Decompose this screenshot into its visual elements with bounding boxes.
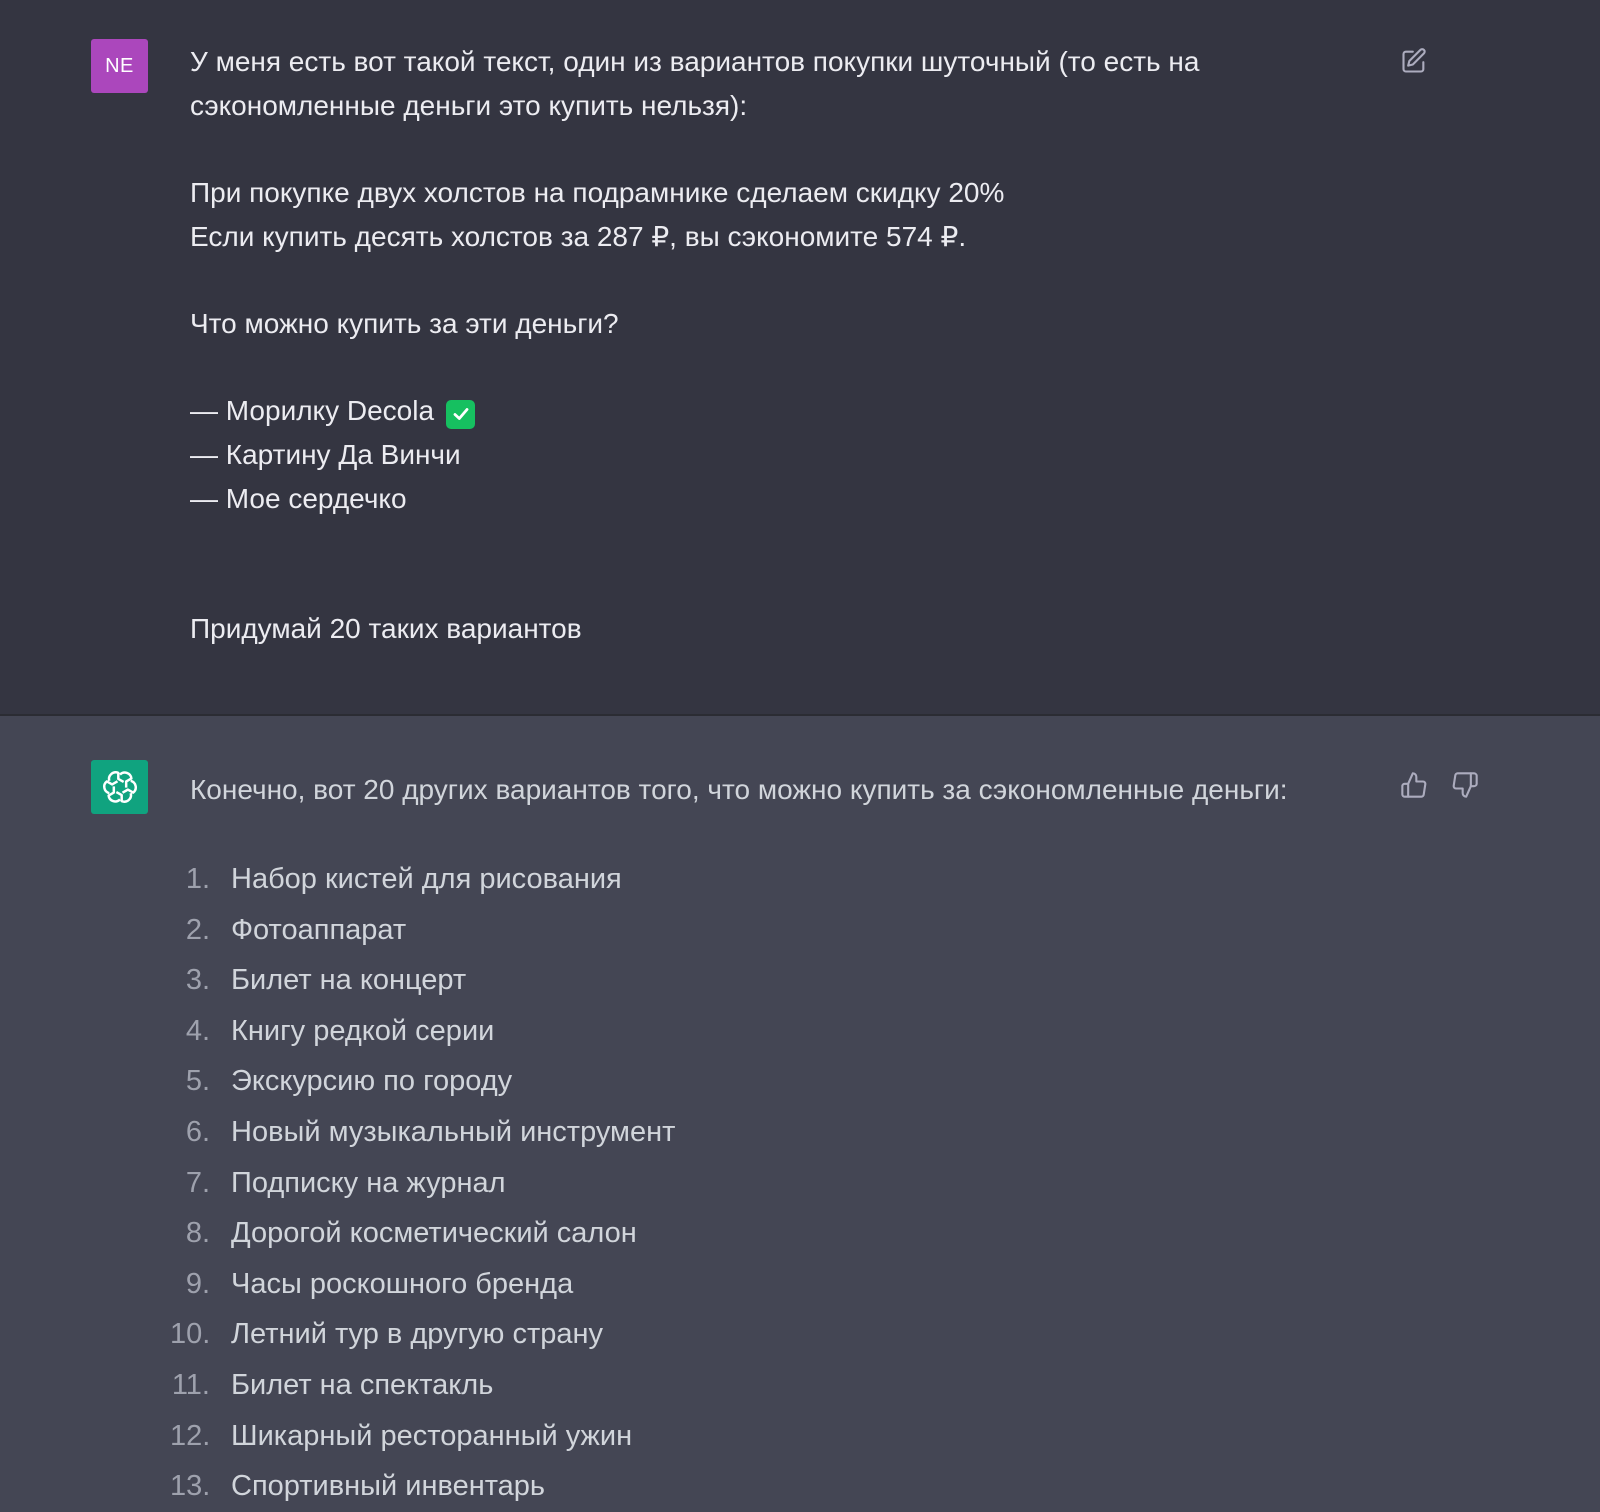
list-item-text: Фотоаппарат bbox=[231, 913, 407, 946]
list-item: 9. Часы роскошного бренда bbox=[170, 1259, 675, 1310]
list-item: 13. Спортивный инвентарь bbox=[170, 1461, 675, 1512]
user-text-line: сэкономленные деньги это купить нельзя): bbox=[190, 90, 748, 121]
user-text-line: Что можно купить за эти деньги? bbox=[190, 308, 619, 339]
thumbs-up-icon[interactable] bbox=[1397, 768, 1431, 802]
list-item-text: Часы роскошного бренда bbox=[231, 1267, 574, 1300]
user-avatar-initials: NE bbox=[105, 54, 134, 77]
list-number: 13. bbox=[170, 1470, 211, 1503]
list-number: 9. bbox=[185, 1267, 210, 1300]
list-number: 7. bbox=[185, 1166, 210, 1199]
user-text-line: При покупке двух холстов на подрамнике с… bbox=[190, 177, 1005, 208]
list-item-text: Экскурсию по городу bbox=[231, 1065, 513, 1098]
option-text: — Морилку Decola bbox=[190, 395, 435, 426]
list-item-text: Шикарный ресторанный ужин bbox=[231, 1419, 633, 1452]
user-option-line: — Морилку Decola bbox=[190, 389, 1300, 433]
edit-icon[interactable] bbox=[1397, 44, 1431, 78]
list-item-text: Книгу редкой серии bbox=[231, 1014, 495, 1047]
list-number: 6. bbox=[185, 1115, 210, 1148]
list-item: 12. Шикарный ресторанный ужин bbox=[170, 1411, 675, 1462]
openai-logo-icon bbox=[91, 760, 148, 814]
list-number: 8. bbox=[185, 1217, 210, 1250]
list-item-text: Дорогой косметический салон bbox=[231, 1217, 637, 1250]
assistant-list: 1. Набор кистей для рисования 2. Фотоаппар… bbox=[170, 854, 675, 1512]
list-item: 8. Дорогой косметический салон bbox=[170, 1208, 675, 1259]
list-item-text: Билет на спектакль bbox=[231, 1368, 494, 1401]
user-option-line: — Картину Да Винчи bbox=[190, 439, 461, 470]
list-number: 12. bbox=[170, 1419, 211, 1452]
user-avatar: NE bbox=[91, 39, 148, 93]
user-message: NE У меня есть вот такой текст, один из … bbox=[0, 0, 1600, 716]
list-item-text: Новый музыкальный инструмент bbox=[231, 1115, 676, 1148]
list-item: 6. Новый музыкальный инструмент bbox=[170, 1107, 676, 1158]
list-item-text: Набор кистей для рисования bbox=[231, 863, 622, 895]
list-item: 3. Билет на концерт bbox=[170, 955, 675, 1006]
list-number: 3. bbox=[185, 964, 210, 997]
list-item: 2. Фотоаппарат bbox=[170, 905, 675, 956]
list-number: 1. bbox=[185, 863, 210, 895]
list-item: 4. Книгу редкой серии bbox=[170, 1006, 675, 1057]
list-number: 10. bbox=[170, 1318, 211, 1351]
thumbs-down-icon[interactable] bbox=[1448, 768, 1482, 802]
user-text-line: Если купить десять холстов за 287 ₽, вы … bbox=[190, 221, 967, 252]
list-item-text: Летний тур в другую страну bbox=[231, 1318, 604, 1351]
user-text-line: У меня есть вот такой текст, один из вар… bbox=[190, 46, 1200, 77]
list-item: 5. Экскурсию по городу bbox=[170, 1056, 675, 1107]
list-item-text: Билет на концерт bbox=[231, 964, 467, 997]
assistant-message: Конечно, вот 20 других вариантов того, ч… bbox=[0, 716, 1600, 1502]
list-item: 1. Набор кистей для рисования bbox=[170, 854, 675, 905]
list-item-text: Подписку на журнал bbox=[231, 1166, 506, 1199]
list-number: 2. bbox=[185, 913, 210, 946]
user-text-line: Придумай 20 таких вариантов bbox=[190, 613, 582, 644]
list-number: 4. bbox=[185, 1014, 210, 1047]
user-message-text: У меня есть вот такой текст, один из вар… bbox=[190, 40, 1300, 651]
check-mark-icon bbox=[446, 399, 476, 429]
list-item: 10. Летний тур в другую страну bbox=[170, 1309, 675, 1360]
list-item-text: Спортивный инвентарь bbox=[231, 1470, 546, 1503]
assistant-intro: Конечно, вот 20 других вариантов того, ч… bbox=[190, 774, 1288, 805]
user-option-line: — Мое сердечко bbox=[190, 483, 407, 514]
list-item: 7. Подписку на журнал bbox=[170, 1158, 675, 1209]
list-number: 11. bbox=[171, 1368, 210, 1401]
list-item: 11. Билет на спектакль bbox=[170, 1360, 675, 1411]
list-number: 5. bbox=[185, 1065, 210, 1098]
